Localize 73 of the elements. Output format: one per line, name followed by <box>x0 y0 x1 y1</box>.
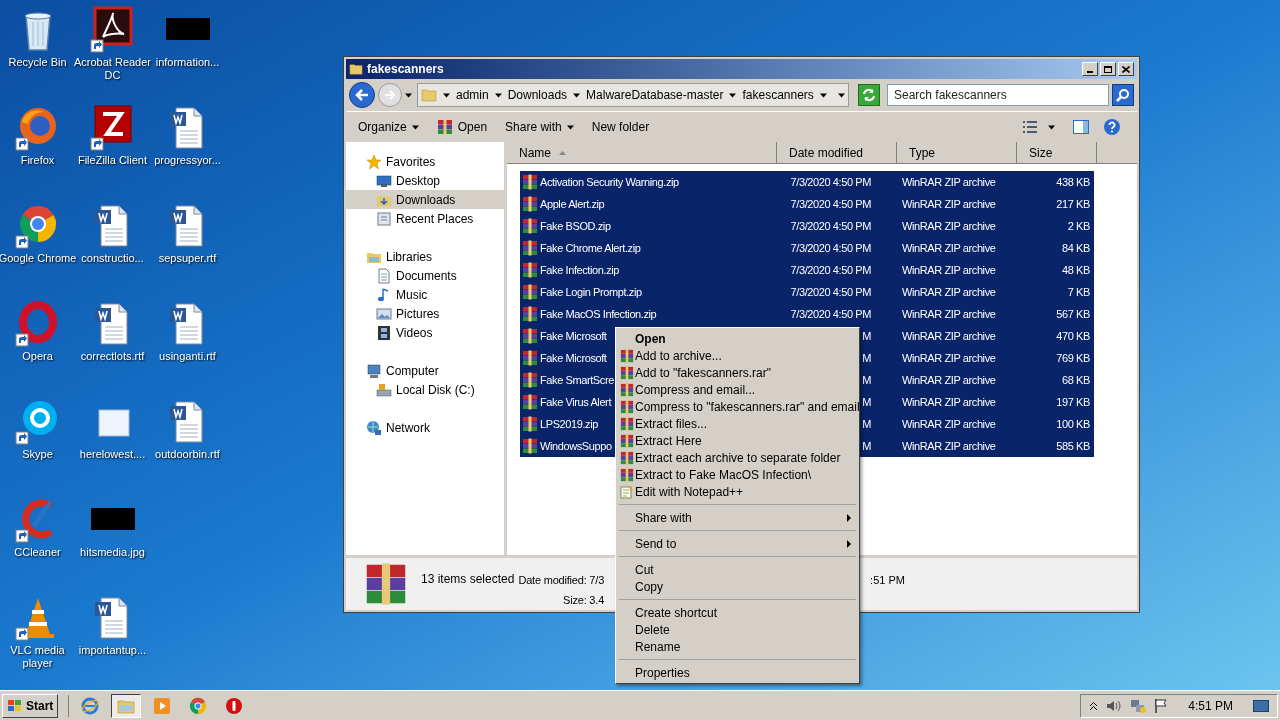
size-cell: 567 KB <box>1056 307 1090 320</box>
date-cell: 7/3/2020 4:50 PM <box>790 263 871 276</box>
type-cell: WinRAR ZIP archive <box>902 285 996 298</box>
size-cell: 769 KB <box>1056 351 1090 364</box>
desktop-icon-label: Firefox <box>19 154 56 167</box>
size-cell: 84 KB <box>1062 241 1090 254</box>
file-name: Fake Microsoft <box>540 350 607 366</box>
date-cell: 7/3/2020 4:50 PM <box>790 175 871 188</box>
desktop-icon-label: VLC media player <box>9 644 66 670</box>
file-name: Fake Microsoft <box>540 328 607 344</box>
type-cell: WinRAR ZIP archive <box>902 263 996 276</box>
desktop-icon-label: Google Chrome <box>0 252 78 265</box>
window-title: fakescanners <box>367 61 444 78</box>
desktop-icon-label: Acrobat Reader DC <box>72 56 152 82</box>
date-cell: 7/3/2020 4:50 PM <box>790 285 871 298</box>
type-cell: WinRAR ZIP archive <box>902 197 996 210</box>
size-cell: 197 KB <box>1056 395 1090 408</box>
desktop-icon-label: outdoorbin.rtf <box>154 448 221 461</box>
date-modified-text: :51 PM <box>870 573 905 588</box>
type-cell: WinRAR ZIP archive <box>902 373 996 386</box>
desktop-icon-label: Opera <box>21 350 54 363</box>
type-cell: WinRAR ZIP archive <box>902 241 996 254</box>
type-cell: WinRAR ZIP archive <box>902 175 996 188</box>
type-cell: WinRAR ZIP archive <box>902 439 996 452</box>
type-cell: WinRAR ZIP archive <box>902 395 996 408</box>
date-cell: M <box>862 395 871 408</box>
date-cell: 7/3/2020 4:50 PM <box>790 241 871 254</box>
file-name: Fake Chrome Alert.zip <box>540 240 641 256</box>
file-name: Fake BSOD.zip <box>540 218 611 234</box>
type-cell: WinRAR ZIP archive <box>902 219 996 232</box>
size-cell: 585 KB <box>1056 439 1090 452</box>
date-cell: M <box>862 439 871 452</box>
date-cell: M <box>862 351 871 364</box>
size-cell: 48 KB <box>1062 263 1090 276</box>
desktop-icon-label: progressyor... <box>153 154 222 167</box>
file-name: Apple Alert.zip <box>540 196 605 212</box>
type-cell: WinRAR ZIP archive <box>902 329 996 342</box>
desktop-icon-label: importantup... <box>77 644 148 657</box>
file-name: Activation Security Warning.zip <box>540 174 679 190</box>
date-modified-text: Date modified: 7/3 <box>518 573 605 588</box>
file-name: Fake Virus Alert <box>540 394 612 410</box>
desktop-icon-label: correctlots.rtf <box>79 350 146 363</box>
desktop-icon-label: FileZilla Client <box>76 154 149 167</box>
file-name: Fake SmartScre <box>540 372 614 388</box>
date-cell: M <box>862 373 871 386</box>
type-cell: WinRAR ZIP archive <box>902 351 996 364</box>
size-cell: 68 KB <box>1062 373 1090 386</box>
desktop-icon-label: hitsmedia.jpg <box>79 546 146 559</box>
desktop-icon-label: usinganti.rtf <box>158 350 217 363</box>
file-name: WindowsSuppo <box>540 438 612 454</box>
desktop-icon-label: herelowest.... <box>78 448 147 461</box>
desktop-icon-label: CCleaner <box>13 546 62 559</box>
file-name: LPS2019.zip <box>540 416 598 432</box>
size-cell: 217 KB <box>1056 197 1090 210</box>
type-cell: WinRAR ZIP archive <box>902 307 996 320</box>
date-cell: 7/3/2020 4:50 PM <box>790 197 871 210</box>
date-cell: M <box>862 329 871 342</box>
date-cell: M <box>862 417 871 430</box>
type-cell: WinRAR ZIP archive <box>902 417 996 430</box>
desktop-icon-label: Skype <box>21 448 54 461</box>
file-name: Fake Login Prompt.zip <box>540 284 642 300</box>
selection-count: 13 items selected <box>421 571 515 588</box>
size-cell: 100 KB <box>1056 417 1090 430</box>
date-cell: 7/3/2020 4:50 PM <box>790 307 871 320</box>
size-cell: 7 KB <box>1067 285 1090 298</box>
size-cell: 2 KB <box>1067 219 1090 232</box>
desktop-icon-label: sepsuper.rtf <box>157 252 218 265</box>
file-name: Fake MacOS Infection.zip <box>540 306 657 322</box>
size-text: Size: 3.4 <box>563 592 605 608</box>
date-cell: 7/3/2020 4:50 PM <box>790 219 871 232</box>
file-name: Fake Infection.zip <box>540 262 619 278</box>
size-cell: 470 KB <box>1056 329 1090 342</box>
size-cell: 438 KB <box>1056 175 1090 188</box>
